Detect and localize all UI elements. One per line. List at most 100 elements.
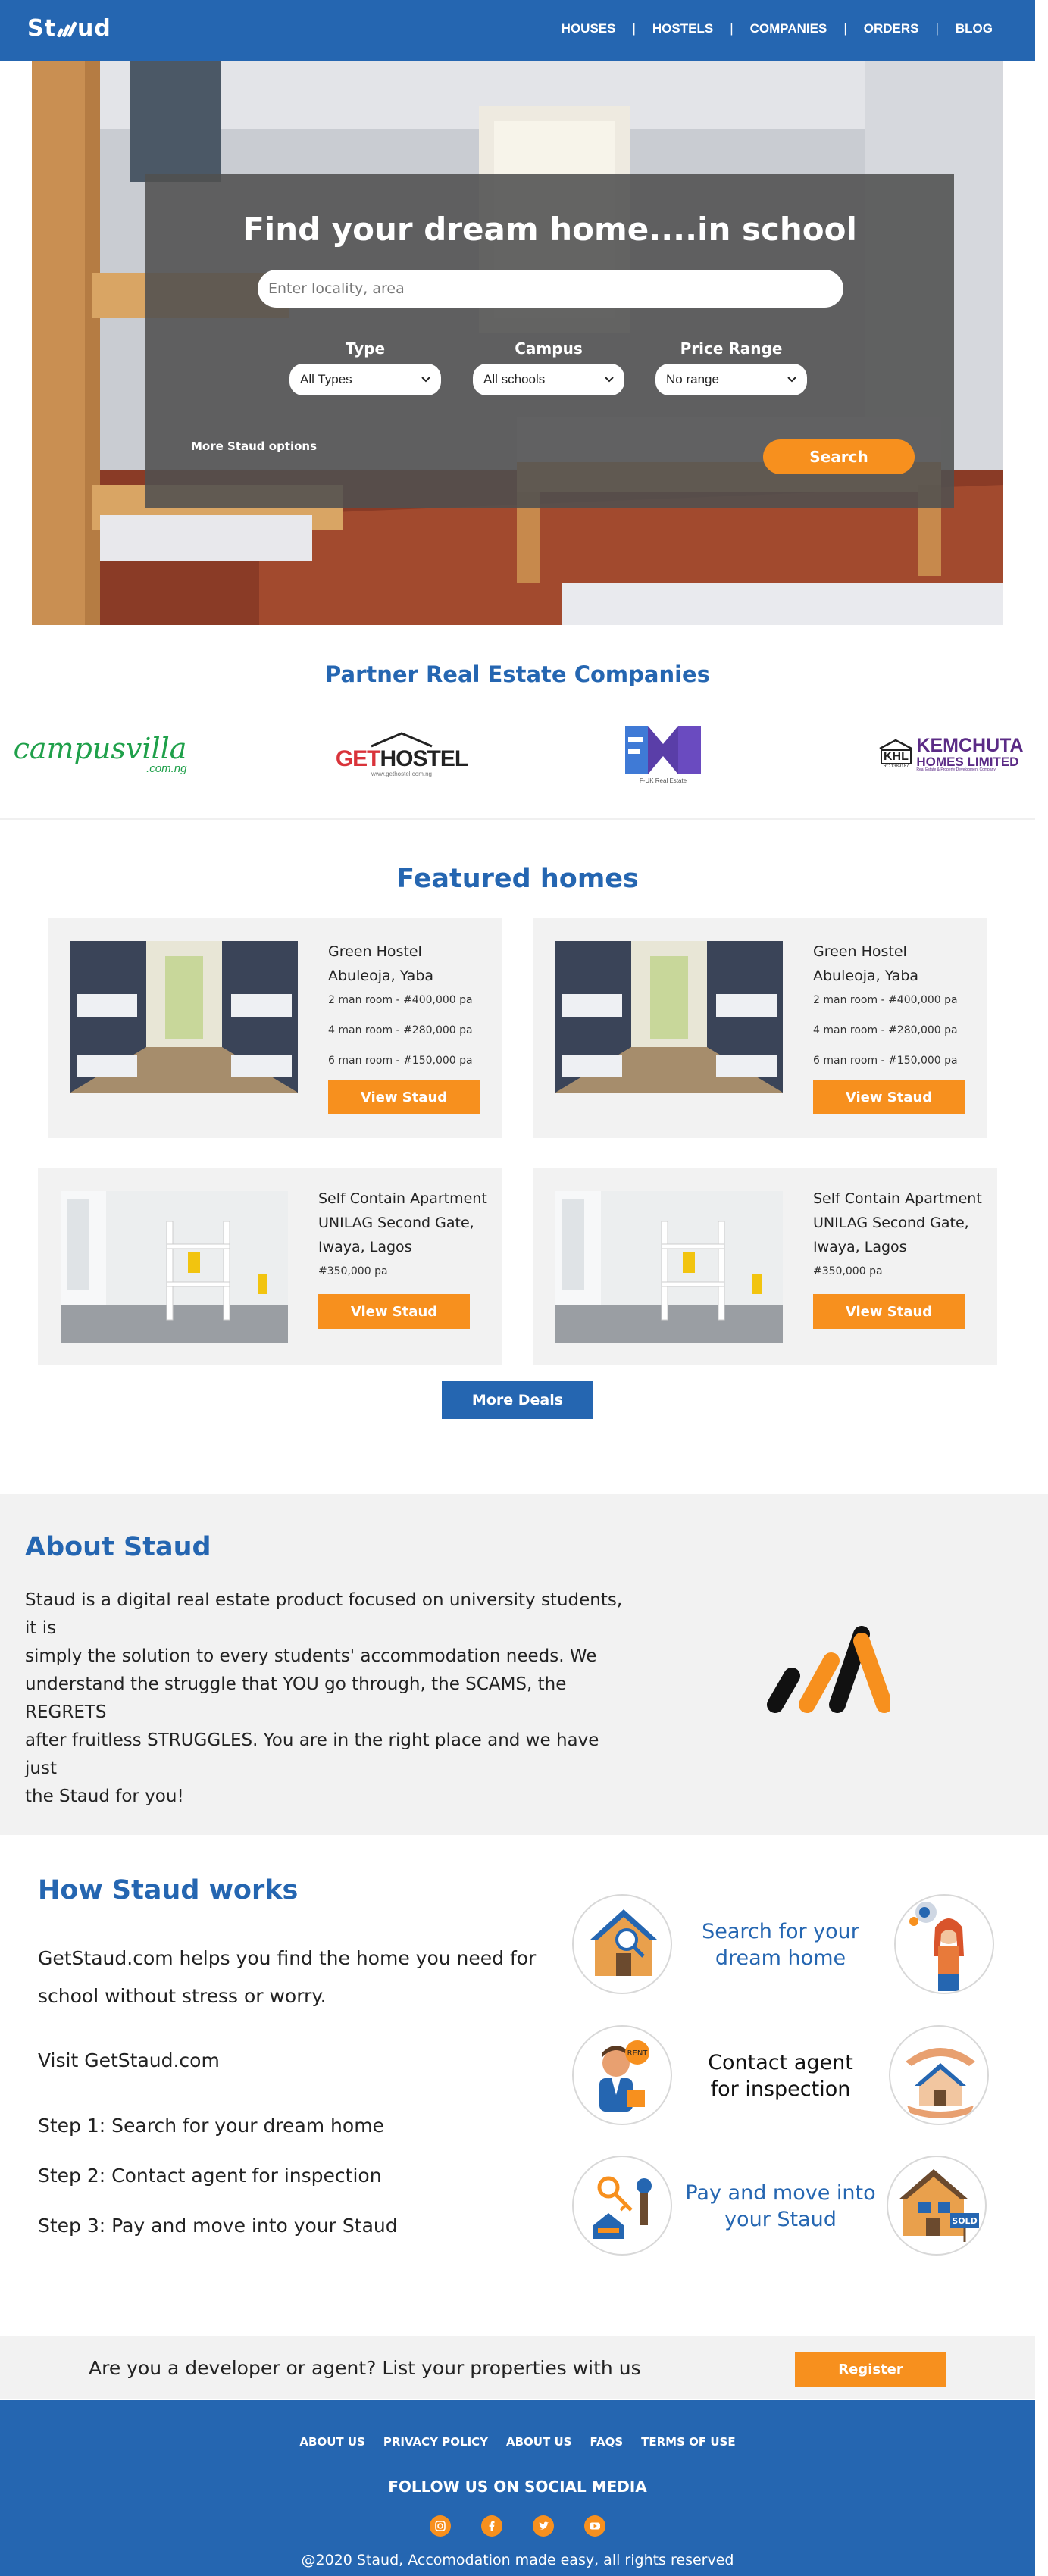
how-card-label-line: Contact agent (708, 2051, 853, 2074)
footer-link-terms-of-use[interactable]: TERMS OF USE (641, 2435, 735, 2449)
rent-sign-text: RENT (627, 2049, 649, 2058)
view-staud-button[interactable]: View Staud (328, 1080, 480, 1114)
type-select[interactable]: All Types (289, 364, 441, 395)
hero-title: Find your dream home....in school (242, 211, 857, 248)
partner-campusvilla-name: campusvilla (13, 731, 187, 765)
sold-house-illustration: SOLD (899, 2169, 979, 2242)
search-panel: Find your dream home....in school Type A… (145, 174, 954, 508)
nav-hostels[interactable]: HOSTELS (652, 21, 713, 36)
khl-badge-text: KHL (880, 749, 912, 764)
partner-campusvilla-logo[interactable]: campusvilla .com.ng (11, 724, 187, 784)
type-filter: Type All Types (289, 339, 441, 395)
footer-link-faqs[interactable]: FAQS (590, 2435, 623, 2449)
campus-filter: Campus All schools (473, 339, 624, 395)
footer-link-about-us[interactable]: ABOUT US (506, 2435, 571, 2449)
youtube-icon[interactable] (584, 2515, 605, 2537)
card-price-line: 6 man room - #150,000 pa (813, 1055, 958, 1067)
hostel-room-image[interactable] (70, 941, 298, 1093)
nav-separator: | (935, 21, 939, 36)
roof-icon (371, 731, 433, 747)
hand-house-illustration (906, 2048, 975, 2118)
card-title: Green Hostel Abuleoja, Yaba (813, 939, 918, 988)
register-button[interactable]: Register (795, 2352, 946, 2387)
woman-thinking-icon (894, 1894, 994, 1994)
price-range-filter-label: Price Range (680, 339, 783, 358)
featured-card: Self Contain Apartment UNILAG Second Gat… (38, 1168, 502, 1365)
partner-fm-sub: F-UK Real Estate (639, 777, 687, 784)
instagram-icon[interactable] (430, 2515, 451, 2537)
how-intro: GetStaud.com helps you find the home you… (38, 1940, 536, 2015)
nav-houses[interactable]: HOUSES (562, 21, 616, 36)
partner-gethostel-logo[interactable]: GETHOSTEL www.gethostel.com.ng (333, 724, 470, 784)
footer-link-about-us[interactable]: ABOUT US (299, 2435, 364, 2449)
facebook-icon[interactable] (481, 2515, 502, 2537)
card-title: Self Contain Apartment UNILAG Second Gat… (813, 1186, 982, 1259)
price-range-select-value: No range (666, 372, 719, 386)
partner-kemchuta-line2: HOMES LIMITED (916, 754, 1019, 769)
section-divider (0, 818, 1035, 820)
about-title: About Staud (25, 1532, 211, 1562)
apartment-room-image[interactable] (555, 1191, 783, 1343)
card-title-line: UNILAG Second Gate, (318, 1215, 474, 1231)
keys-illustration (593, 2176, 652, 2239)
staud-logo[interactable]: St ud (27, 15, 111, 42)
hostel-room-image[interactable] (555, 941, 783, 1093)
staud-bars-logo-icon (767, 1626, 890, 1713)
how-title: How Staud works (38, 1875, 299, 1905)
about-text-line: the Staud for you! (25, 1787, 184, 1806)
rent-agent-icon: RENT (572, 2025, 672, 2125)
twitter-icon[interactable] (533, 2515, 554, 2537)
search-button[interactable]: Search (763, 439, 915, 474)
how-card-label-line: Search for your (702, 1920, 859, 1943)
khl-badge: KHL RC 1389187 (878, 739, 913, 769)
view-staud-button[interactable]: View Staud (813, 1294, 965, 1329)
partner-kemchuta-logo[interactable]: KHL RC 1389187 KEMCHUTA HOMES LIMITED Re… (878, 724, 1024, 784)
footer-links: ABOUT US PRIVACY POLICY ABOUT US FAQS TE… (0, 2435, 1035, 2449)
nav-links: HOUSES | HOSTELS | COMPANIES | ORDERS | … (562, 21, 993, 36)
card-price-line: 2 man room - #400,000 pa (813, 994, 958, 1006)
sold-house-icon: SOLD (887, 2156, 987, 2256)
card-title-line: Green Hostel (813, 943, 907, 960)
about-text-line: after fruitless STRUGGLES. You are in th… (25, 1730, 599, 1778)
partner-gethostel-url: www.gethostel.com.ng (371, 770, 433, 777)
partner-fm-logo[interactable]: F-UK Real Estate (618, 724, 709, 784)
khl-rc-number: RC 1389187 (883, 764, 909, 769)
how-step: Step 2: Contact agent for inspection (38, 2165, 382, 2187)
how-visit-link[interactable]: Visit GetStaud.com (38, 2042, 220, 2080)
apartment-room-image[interactable] (61, 1191, 288, 1343)
card-price-line: 6 man room - #150,000 pa (328, 1055, 473, 1067)
partners-title: Partner Real Estate Companies (325, 661, 710, 687)
view-staud-button[interactable]: View Staud (318, 1294, 470, 1329)
card-title: Green Hostel Abuleoja, Yaba (328, 939, 433, 988)
more-staud-options-link[interactable]: More Staud options (191, 439, 317, 453)
nav-separator: | (632, 21, 636, 36)
how-card-label-pay: Pay and move into your Staud (678, 2180, 883, 2233)
top-navbar: St ud HOUSES | HOSTELS | COMPANIES | ORDE… (0, 0, 1035, 61)
about-section: About Staud Staud is a digital real esta… (0, 1494, 1048, 1835)
hand-house-icon (889, 2025, 989, 2125)
price-range-select[interactable]: No range (655, 364, 807, 395)
how-card-label-line: Pay and move into (685, 2181, 876, 2205)
copyright-text: @2020 Staud, Accomodation made easy, all… (301, 2552, 734, 2568)
locality-search-input[interactable] (258, 270, 843, 308)
about-text: Staud is a digital real estate product f… (25, 1587, 631, 1811)
footer-link-privacy-policy[interactable]: PRIVACY POLICY (383, 2435, 488, 2449)
nav-companies[interactable]: COMPANIES (750, 21, 827, 36)
how-intro-line: GetStaud.com helps you find the home you… (38, 1947, 537, 1969)
footer: ABOUT US PRIVACY POLICY ABOUT US FAQS TE… (0, 2400, 1035, 2576)
nav-blog[interactable]: BLOG (956, 21, 993, 36)
campus-select[interactable]: All schools (473, 364, 624, 395)
social-icons (0, 2515, 1035, 2537)
card-title-line: Iwaya, Lagos (318, 1239, 412, 1255)
view-staud-button[interactable]: View Staud (813, 1080, 965, 1114)
chevron-down-icon (421, 377, 430, 383)
chevron-down-icon (605, 377, 614, 383)
how-card-label-contact: Contact agent for inspection (678, 2049, 883, 2102)
house-search-illustration (590, 1909, 657, 1976)
more-deals-button[interactable]: More Deals (442, 1381, 593, 1419)
how-step: Step 3: Pay and move into your Staud (38, 2215, 398, 2237)
nav-orders[interactable]: ORDERS (864, 21, 919, 36)
register-prompt: Are you a developer or agent? List your … (89, 2357, 641, 2379)
card-title-line: Abuleoja, Yaba (328, 968, 434, 984)
type-select-value: All Types (300, 372, 352, 386)
